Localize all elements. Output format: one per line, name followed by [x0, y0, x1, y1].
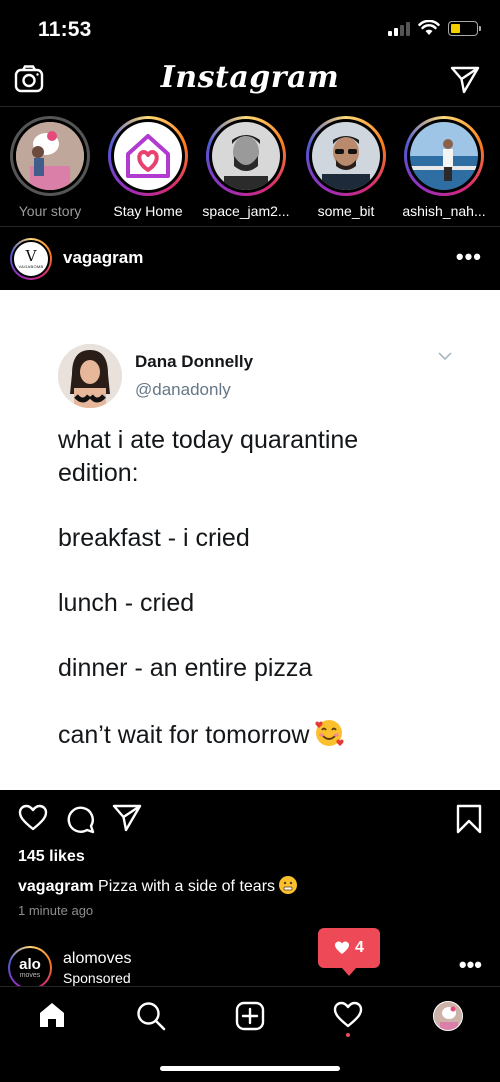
- post-caption: vagagram Pizza with a side of tears: [18, 875, 298, 896]
- sponsor-username[interactable]: alomoves: [63, 950, 131, 968]
- story-ashish[interactable]: ashish_nah...: [396, 116, 492, 219]
- story-label: Your story: [18, 203, 82, 219]
- story-space-jam[interactable]: space_jam2...: [198, 116, 294, 219]
- activity-dot: [346, 1033, 350, 1037]
- post-username[interactable]: vagagram: [63, 248, 143, 268]
- paper-plane-icon[interactable]: [450, 66, 480, 94]
- story-stay-home[interactable]: Stay Home: [100, 116, 196, 219]
- story-avatar: [212, 122, 280, 190]
- tweet-line: can’t wait for tomorrow: [58, 721, 310, 749]
- tweet-line: dinner - an entire pizza: [58, 654, 313, 682]
- add-post-icon[interactable]: [235, 1001, 265, 1031]
- app-logo: Instagram: [160, 60, 340, 95]
- story-label: some_bit: [317, 203, 375, 219]
- tweet-author-handle: @danadonly: [135, 380, 231, 399]
- post-time: 1 minute ago: [18, 903, 94, 918]
- more-dots-icon[interactable]: •••: [456, 244, 482, 270]
- chevron-down-icon: [438, 352, 452, 361]
- avatar-letter: V: [25, 247, 37, 265]
- top-header: Instagram: [0, 56, 500, 106]
- avatar: [433, 1001, 463, 1031]
- story-label: space_jam2...: [202, 203, 290, 219]
- notification-count: 4: [355, 939, 364, 956]
- header-divider: [0, 106, 500, 107]
- status-time: 11:53: [38, 18, 92, 41]
- story-label: ashish_nah...: [402, 203, 486, 219]
- story-label: Stay Home: [113, 203, 183, 219]
- tweet-line: breakfast - i cried: [58, 524, 250, 552]
- tweet-avatar: [58, 344, 122, 408]
- sponsor-logo-top: alo: [19, 955, 41, 973]
- post-image[interactable]: Dana Donnelly @danadonly what i ate toda…: [0, 290, 500, 790]
- heart-icon: [335, 941, 350, 954]
- post-actions: [0, 800, 500, 840]
- search-icon[interactable]: [136, 1001, 166, 1031]
- status-bar: 11:53: [0, 0, 500, 56]
- bottom-tab-bar: [0, 986, 500, 1046]
- post-header: V VAGABOMB vagagram •••: [0, 228, 500, 288]
- stories-tray: Your story Stay Home space_jam2... some_…: [0, 114, 500, 226]
- story-some-bit[interactable]: some_bit: [298, 116, 394, 219]
- status-icons: [388, 20, 481, 36]
- smiling-face-with-hearts-icon: [315, 720, 345, 746]
- story-avatar: [312, 122, 380, 190]
- signal-icon: [388, 20, 410, 36]
- wifi-icon: [418, 20, 440, 35]
- likes-count[interactable]: 145 likes: [18, 848, 85, 866]
- tweet-line: lunch - cried: [58, 589, 195, 617]
- sponsored-label: Sponsored: [63, 970, 131, 986]
- story-avatar: [16, 122, 84, 190]
- sponsor-avatar[interactable]: alo moves: [8, 946, 52, 990]
- caption-text: Pizza with a side of tears: [98, 878, 276, 895]
- post-avatar[interactable]: V VAGABOMB: [10, 238, 52, 280]
- home-indicator: [160, 1066, 340, 1071]
- sponsored-post-header: alo moves alomoves Sponsored •••: [0, 940, 500, 990]
- activity-notification-bubble[interactable]: 4: [318, 928, 380, 976]
- story-avatar: [410, 122, 478, 190]
- comment-icon[interactable]: [66, 804, 96, 834]
- stories-divider: [0, 226, 500, 227]
- caption-username[interactable]: vagagram: [18, 878, 94, 895]
- profile-tab[interactable]: [433, 1001, 463, 1031]
- story-your-story[interactable]: Your story: [2, 116, 98, 219]
- grimacing-face-icon: [279, 876, 298, 894]
- bookmark-icon[interactable]: [456, 804, 482, 834]
- story-avatar: [114, 122, 182, 190]
- more-dots-icon[interactable]: •••: [459, 952, 482, 978]
- heart-icon[interactable]: [333, 1001, 363, 1029]
- sponsor-logo-bottom: moves: [19, 971, 41, 979]
- battery-icon: [448, 20, 481, 36]
- home-icon[interactable]: [38, 1001, 66, 1029]
- share-icon[interactable]: [112, 804, 142, 832]
- tweet-author-name: Dana Donnelly: [135, 352, 254, 371]
- tweet-last-line: can’t wait for tomorrow: [58, 717, 458, 752]
- heart-icon[interactable]: [18, 804, 48, 832]
- tweet-text: what i ate today quarantine edition: bre…: [58, 424, 458, 784]
- tweet-line: what i ate today quarantine edition:: [58, 426, 359, 487]
- avatar-subtext: VAGABOMB: [18, 264, 44, 269]
